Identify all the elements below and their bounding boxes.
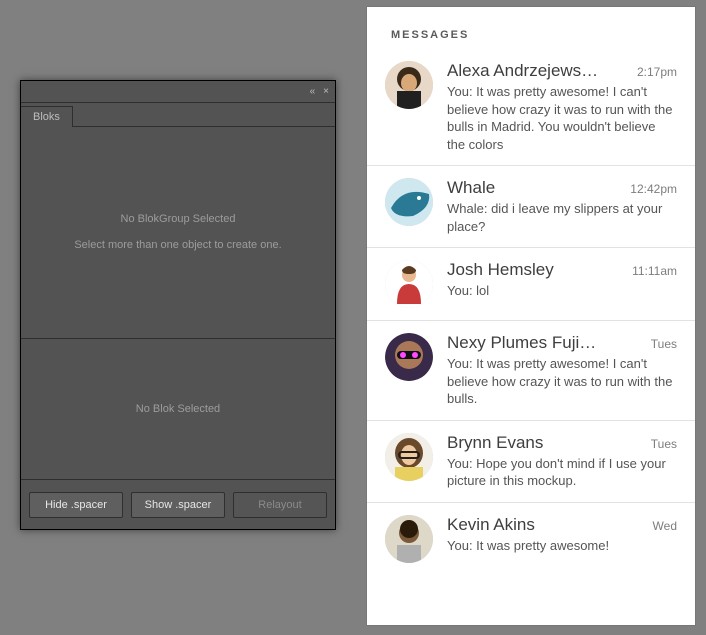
messages-header: MESSAGES	[367, 7, 695, 49]
contact-name: Whale	[447, 178, 622, 198]
blokgroup-zone: No BlokGroup Selected Select more than o…	[21, 127, 335, 339]
message-content: Nexy Plumes Fuji… Tues You: It was pretty …	[447, 333, 677, 408]
contact-name: Josh Hemsley	[447, 260, 624, 280]
contact-name: Brynn Evans	[447, 433, 643, 453]
message-preview: You: It was pretty awesome! I can't beli…	[447, 83, 677, 153]
message-item[interactable]: Whale 12:42pm Whale: did i leave my slippe…	[367, 166, 695, 248]
avatar	[385, 260, 433, 308]
message-preview: You: lol	[447, 282, 677, 300]
timestamp: 12:42pm	[630, 182, 677, 196]
message-item[interactable]: Nexy Plumes Fuji… Tues You: It was pretty …	[367, 321, 695, 421]
avatar	[385, 333, 433, 381]
contact-name: Kevin Akins	[447, 515, 645, 535]
no-blok-label: No Blok Selected	[136, 403, 220, 415]
message-preview: Whale: did i leave my slippers at your p…	[447, 200, 677, 235]
timestamp: Wed	[653, 519, 677, 533]
avatar	[385, 61, 433, 109]
timestamp: Tues	[651, 337, 677, 351]
message-content: Kevin Akins Wed You: It was pretty awesome…	[447, 515, 677, 563]
panel-titlebar: « ×	[21, 81, 335, 103]
timestamp: 2:17pm	[637, 65, 677, 79]
tab-strip: Bloks	[21, 103, 335, 127]
avatar	[385, 178, 433, 226]
avatar	[385, 433, 433, 481]
timestamp: Tues	[651, 437, 677, 451]
close-icon[interactable]: ×	[323, 87, 329, 97]
messages-panel: MESSAGES Alexa Andrzejews… 2:17pm You: It …	[366, 6, 696, 626]
timestamp: 11:11am	[632, 264, 677, 278]
message-item[interactable]: Brynn Evans Tues You: Hope you don't mind …	[367, 421, 695, 503]
bloks-panel: « × Bloks No BlokGroup Selected Select m…	[20, 80, 336, 530]
message-item[interactable]: Alexa Andrzejews… 2:17pm You: It was prett…	[367, 49, 695, 166]
message-content: Brynn Evans Tues You: Hope you don't mind …	[447, 433, 677, 490]
panel-body: No BlokGroup Selected Select more than o…	[21, 127, 335, 479]
message-preview: You: Hope you don't mind if I use your p…	[447, 455, 677, 490]
contact-name: Alexa Andrzejews…	[447, 61, 629, 81]
messages-list: Alexa Andrzejews… 2:17pm You: It was prett…	[367, 49, 695, 575]
avatar	[385, 515, 433, 563]
relayout-button[interactable]: Relayout	[233, 492, 327, 518]
message-content: Whale 12:42pm Whale: did i leave my slippe…	[447, 178, 677, 235]
tab-bloks[interactable]: Bloks	[21, 106, 73, 127]
message-item[interactable]: Kevin Akins Wed You: It was pretty awesome…	[367, 503, 695, 575]
message-preview: You: It was pretty awesome!	[447, 537, 677, 555]
panel-buttons: Hide .spacer Show .spacer Relayout	[21, 479, 335, 529]
no-blokgroup-label: No BlokGroup Selected	[121, 213, 236, 225]
collapse-icon[interactable]: «	[310, 87, 316, 97]
contact-name: Nexy Plumes Fuji…	[447, 333, 643, 353]
blokgroup-hint: Select more than one object to create on…	[74, 239, 281, 251]
show-spacer-button[interactable]: Show .spacer	[131, 492, 225, 518]
message-item[interactable]: Josh Hemsley 11:11am You: lol	[367, 248, 695, 321]
blok-zone: No Blok Selected	[21, 339, 335, 479]
hide-spacer-button[interactable]: Hide .spacer	[29, 492, 123, 518]
message-content: Josh Hemsley 11:11am You: lol	[447, 260, 677, 308]
message-content: Alexa Andrzejews… 2:17pm You: It was prett…	[447, 61, 677, 153]
message-preview: You: It was pretty awesome! I can't beli…	[447, 355, 677, 408]
